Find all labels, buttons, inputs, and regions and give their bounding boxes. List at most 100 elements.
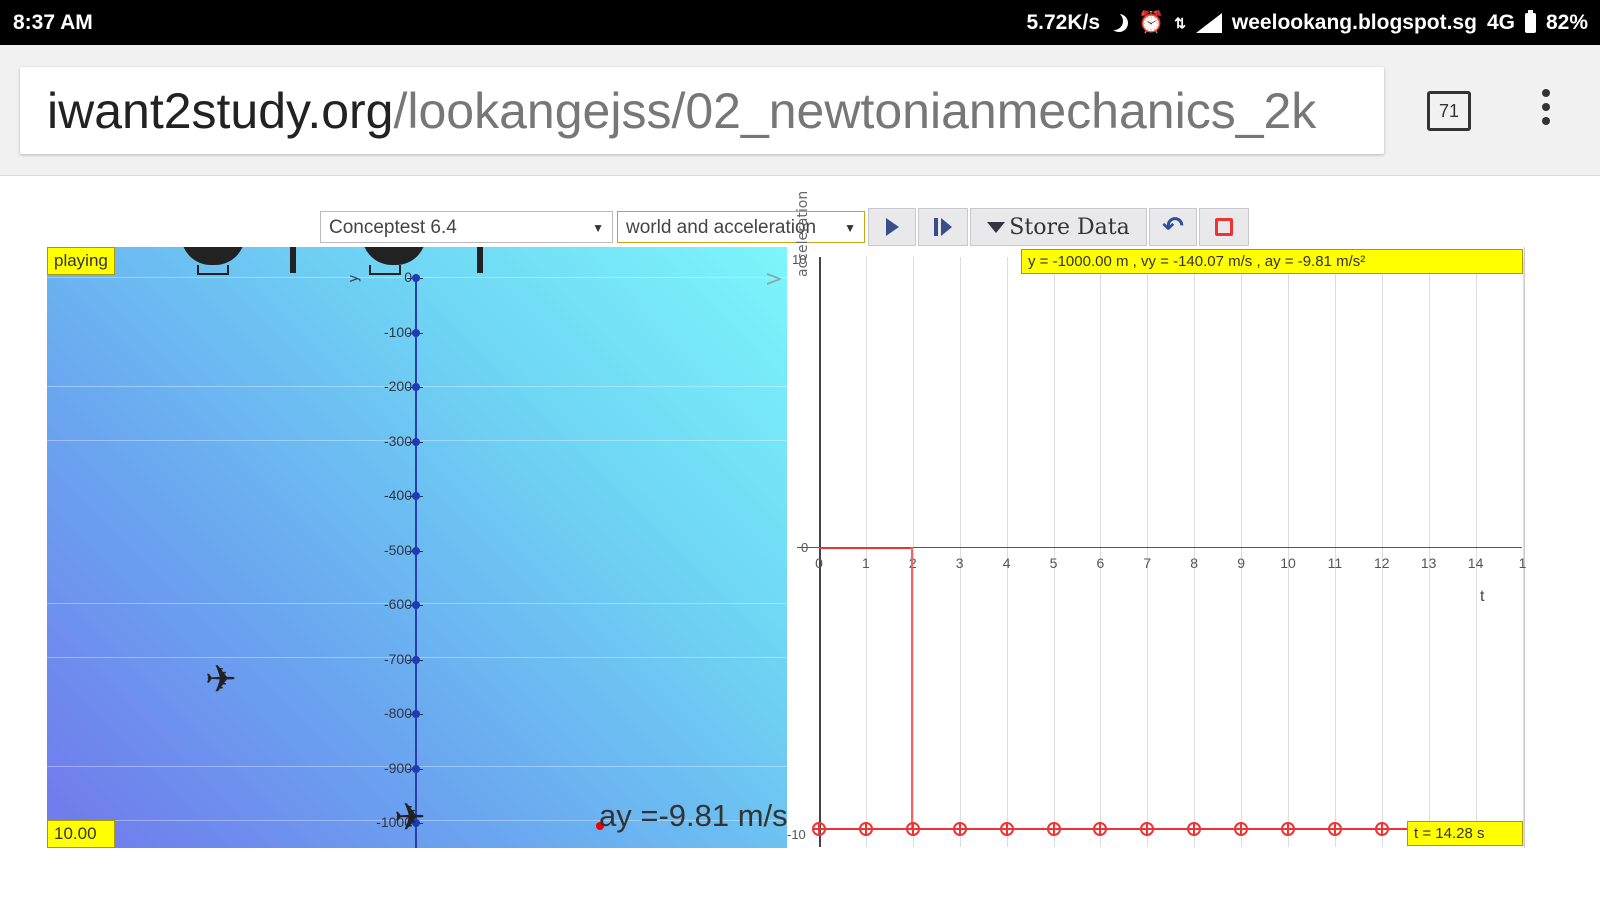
battery-icon	[1524, 10, 1536, 33]
graph-x-tick-label: 14	[1467, 555, 1484, 571]
scenario-select[interactable]: Conceptest 6.4 ▼	[320, 211, 613, 243]
scenario-select-value: Conceptest 6.4	[329, 217, 457, 238]
graph-grid-line	[865, 257, 867, 847]
graph-x-tick-label: 10	[1280, 555, 1296, 571]
stop-icon	[1215, 218, 1233, 236]
network-type: 4G	[1486, 11, 1515, 34]
moon-icon	[1110, 14, 1128, 32]
network-speed: 5.72K/s	[1026, 11, 1101, 34]
graph-grid-line	[1475, 257, 1477, 847]
chevron-down-icon: ▼	[592, 221, 604, 235]
data-point	[1140, 822, 1155, 836]
store-data-label: Store Data	[1009, 214, 1130, 240]
graph-grid-line	[1288, 257, 1289, 847]
undo-icon: ↶	[1162, 212, 1184, 242]
trajectory-dot	[412, 274, 420, 282]
y-axis-line	[415, 277, 417, 848]
time-readout: 10.00	[47, 820, 115, 848]
graph-x-tick-label: 8	[1190, 555, 1199, 571]
acceleration-graph[interactable]: acceleration 10 0 -10 012345678910111213…	[787, 191, 1526, 848]
graph-readout: y = -1000.00 m , vy = -140.07 m/s , ay =…	[1021, 249, 1523, 274]
playing-status: playing	[47, 247, 115, 275]
store-data-button[interactable]: Store Data	[970, 208, 1147, 246]
acceleration-trace-jump	[911, 547, 913, 828]
helicopter-tail	[290, 247, 296, 273]
graph-grid-line	[1241, 257, 1243, 847]
y-tick-label: 0	[404, 269, 412, 285]
data-point	[905, 822, 920, 836]
trajectory-dot	[412, 437, 420, 446]
graph-x-tick-label: 4	[1002, 555, 1011, 571]
graph-grid-line	[1381, 257, 1383, 847]
data-point	[858, 822, 873, 836]
url-text[interactable]: iwant2study.org/lookangejss/02_newtonian…	[47, 85, 1316, 137]
helicopter-skid	[197, 265, 229, 275]
stop-button[interactable]	[1199, 208, 1249, 246]
trajectory-dot	[412, 764, 420, 773]
trajectory-dot	[412, 655, 420, 664]
helicopter-tail	[477, 247, 483, 273]
graph-x-tick-label: 12	[1374, 555, 1390, 571]
clock: 8:37 AM	[13, 11, 93, 34]
data-point	[952, 822, 967, 836]
trajectory-dot	[412, 492, 420, 500]
skydiver-icon[interactable]: ✈	[394, 795, 426, 839]
graph-grid-line	[1522, 257, 1524, 847]
y-tick-label: -100	[383, 323, 412, 340]
graph-grid-line	[1194, 257, 1196, 847]
graph-y-zero: 0	[801, 540, 809, 555]
graph-y-axis	[819, 257, 821, 847]
graph-x-tick-label: 6	[1096, 555, 1105, 571]
graph-grid-line	[1428, 257, 1430, 847]
triangle-down-icon	[987, 221, 1006, 233]
view-select-value: world and acceleration	[626, 217, 817, 238]
status-icons: 5.72K/s ⏰ ⇅ weelookang.blogspot.sg 4G 82…	[1026, 10, 1588, 35]
signal-icon	[1195, 13, 1222, 33]
graph-x-tick-label: 9	[1237, 555, 1245, 571]
graph-grid-line	[1053, 257, 1055, 847]
y-tick-label: -600	[383, 596, 412, 612]
trajectory-dot	[412, 383, 420, 391]
skydiver-icon[interactable]: ✈	[205, 657, 237, 701]
step-button[interactable]	[918, 208, 968, 246]
data-point	[1093, 822, 1108, 836]
simulation-world[interactable]: > playing y 0 -100 -200 -300 -400 -500 -600 -70…	[47, 247, 787, 848]
overflow-menu-icon[interactable]	[1538, 89, 1554, 133]
graph-time-label: t = 14.28 s	[1407, 821, 1523, 846]
url-path: /lookangejss/02_newtonianmechanics_2k	[393, 83, 1317, 139]
graph-x-tick-label: 13	[1420, 555, 1437, 571]
data-point	[1187, 822, 1202, 836]
y-tick-label: -800	[383, 705, 412, 721]
graph-x-tick-label: 7	[1143, 555, 1152, 571]
graph-x-tick-label: 3	[955, 555, 964, 571]
data-point	[1234, 822, 1249, 836]
site-name: weelookang.blogspot.sg	[1231, 11, 1477, 34]
acceleration-trace-zero	[819, 547, 912, 549]
helicopter-icon	[181, 247, 245, 265]
y-tick-label: -900	[383, 759, 412, 776]
reset-button[interactable]: ↶	[1149, 208, 1197, 246]
graph-grid-line	[1100, 257, 1102, 847]
address-bar[interactable]: iwant2study.org/lookangejss/02_newtonian…	[20, 67, 1384, 154]
graph-x-tick-label: 1	[861, 555, 870, 571]
data-point	[812, 822, 826, 836]
data-point	[1374, 822, 1389, 836]
y-tick-label: -500	[383, 541, 412, 558]
view-select[interactable]: world and acceleration ▼	[617, 211, 865, 243]
data-point	[1281, 822, 1295, 836]
graph-x-tick-label: 1	[1518, 555, 1527, 571]
play-icon	[885, 218, 899, 236]
tab-switcher-button[interactable]: 71	[1427, 91, 1471, 131]
y-tick-label: -400	[383, 487, 412, 503]
data-point	[999, 822, 1014, 836]
data-point	[1046, 822, 1061, 836]
graph-x-tick-label: 11	[1327, 555, 1343, 571]
y-tick-label: -200	[383, 378, 412, 394]
play-button[interactable]	[868, 208, 916, 246]
graph-x-tick-label: 0	[815, 555, 823, 571]
acceleration-label: ay =-9.81 m/s	[599, 798, 787, 833]
url-domain: iwant2study.org	[47, 83, 394, 139]
y-tick-label: -700	[383, 650, 412, 667]
status-bar: 8:37 AM 5.72K/s ⏰ ⇅ weelookang.blogspot.…	[0, 0, 1600, 45]
trajectory-dot	[412, 710, 420, 718]
